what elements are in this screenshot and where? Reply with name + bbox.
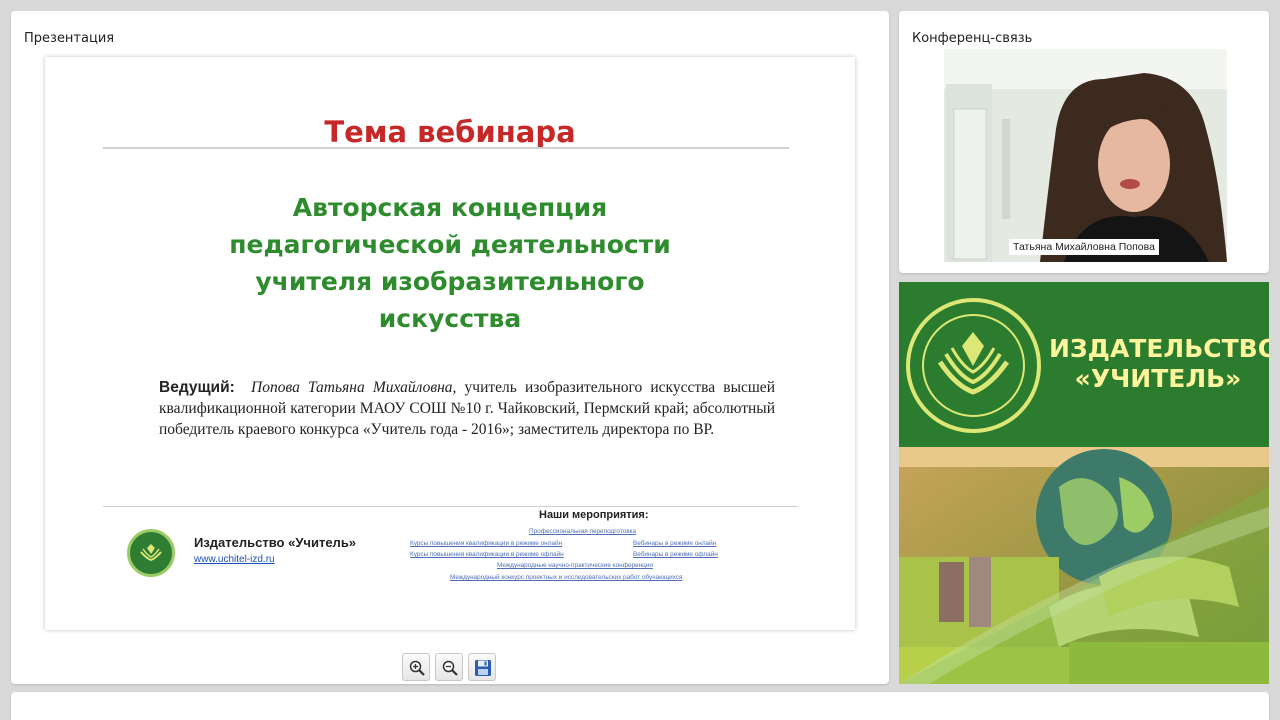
participant-name-label: Татьяна Михайловна Попова bbox=[1009, 239, 1159, 255]
event-link[interactable]: Профессиональная переподготовка bbox=[529, 528, 636, 535]
book-emblem-icon bbox=[937, 332, 1010, 395]
publisher-logo bbox=[127, 529, 175, 577]
presentation-slide: Тема вебинара Авторская концепция педаго… bbox=[45, 57, 855, 630]
presentation-panel: Презентация Тема вебинара Авторская конц… bbox=[11, 11, 889, 684]
banner-header: ИЗДАТЕЛЬСТВО «УЧИТЕЛЬ» bbox=[899, 282, 1269, 447]
zoom-out-icon bbox=[442, 660, 458, 676]
zoom-in-button[interactable] bbox=[402, 653, 430, 681]
slide-footer-divider bbox=[103, 506, 798, 507]
conference-panel-title: Конференц-связь bbox=[912, 31, 1033, 46]
slide-title: Тема вебинара bbox=[324, 115, 576, 149]
event-link[interactable]: Курсы повышения квалификации в режиме он… bbox=[410, 540, 562, 547]
presenter-info: Ведущий: Попова Татьяна Михайловна, учит… bbox=[159, 377, 775, 440]
zoom-in-icon bbox=[409, 660, 425, 676]
bottom-bar bbox=[11, 692, 1269, 720]
conference-panel: Конференц-связь Татьяна Михайловна Попов… bbox=[899, 11, 1269, 273]
participant-video[interactable]: Татьяна Михайловна Попова bbox=[944, 49, 1227, 262]
presenter-name: Попова Татьяна Михайловна, bbox=[251, 379, 457, 396]
banner-logo bbox=[906, 298, 1041, 433]
slide-title-divider bbox=[103, 147, 789, 149]
banner-text-line: «УЧИТЕЛЬ» bbox=[1074, 364, 1242, 393]
event-link[interactable]: Международный конкурс проектных и исслед… bbox=[450, 574, 683, 581]
slide-subtitle-line: искусства bbox=[378, 304, 522, 333]
publisher-url-link[interactable]: www.uchitel-izd.ru bbox=[194, 554, 275, 565]
event-link[interactable]: Курсы повышения квалификации в режиме оф… bbox=[410, 551, 564, 558]
slide-subtitle-line: педагогической деятельности bbox=[229, 230, 671, 259]
banner-text-line: ИЗДАТЕЛЬСТВО bbox=[1049, 334, 1269, 363]
webcam-frame bbox=[944, 49, 1227, 262]
event-link[interactable]: Вебинары в режиме онлайн bbox=[633, 540, 716, 547]
slide-subtitle: Авторская концепция педагогической деяте… bbox=[125, 189, 775, 337]
publisher-name: Издательство «Учитель» bbox=[194, 535, 357, 550]
slide-subtitle-line: учителя изобразительного bbox=[255, 267, 645, 296]
zoom-out-button[interactable] bbox=[435, 653, 463, 681]
event-link[interactable]: Вебинары в режиме офлайн bbox=[633, 551, 718, 558]
event-link[interactable]: Международные научно-практические конфер… bbox=[497, 562, 653, 569]
publisher-banner: ИЗДАТЕЛЬСТВО «УЧИТЕЛЬ» bbox=[899, 282, 1269, 684]
save-icon bbox=[475, 660, 491, 676]
book-emblem-icon bbox=[140, 544, 162, 562]
presentation-panel-title: Презентация bbox=[24, 31, 115, 46]
banner-text: ИЗДАТЕЛЬСТВО «УЧИТЕЛЬ» bbox=[1049, 334, 1269, 394]
slide-subtitle-line: Авторская концепция bbox=[292, 193, 608, 222]
events-title: Наши мероприятия: bbox=[539, 509, 649, 521]
save-button[interactable] bbox=[468, 653, 496, 681]
presenter-label: Ведущий: bbox=[159, 379, 235, 396]
books-globe-image bbox=[899, 447, 1269, 684]
